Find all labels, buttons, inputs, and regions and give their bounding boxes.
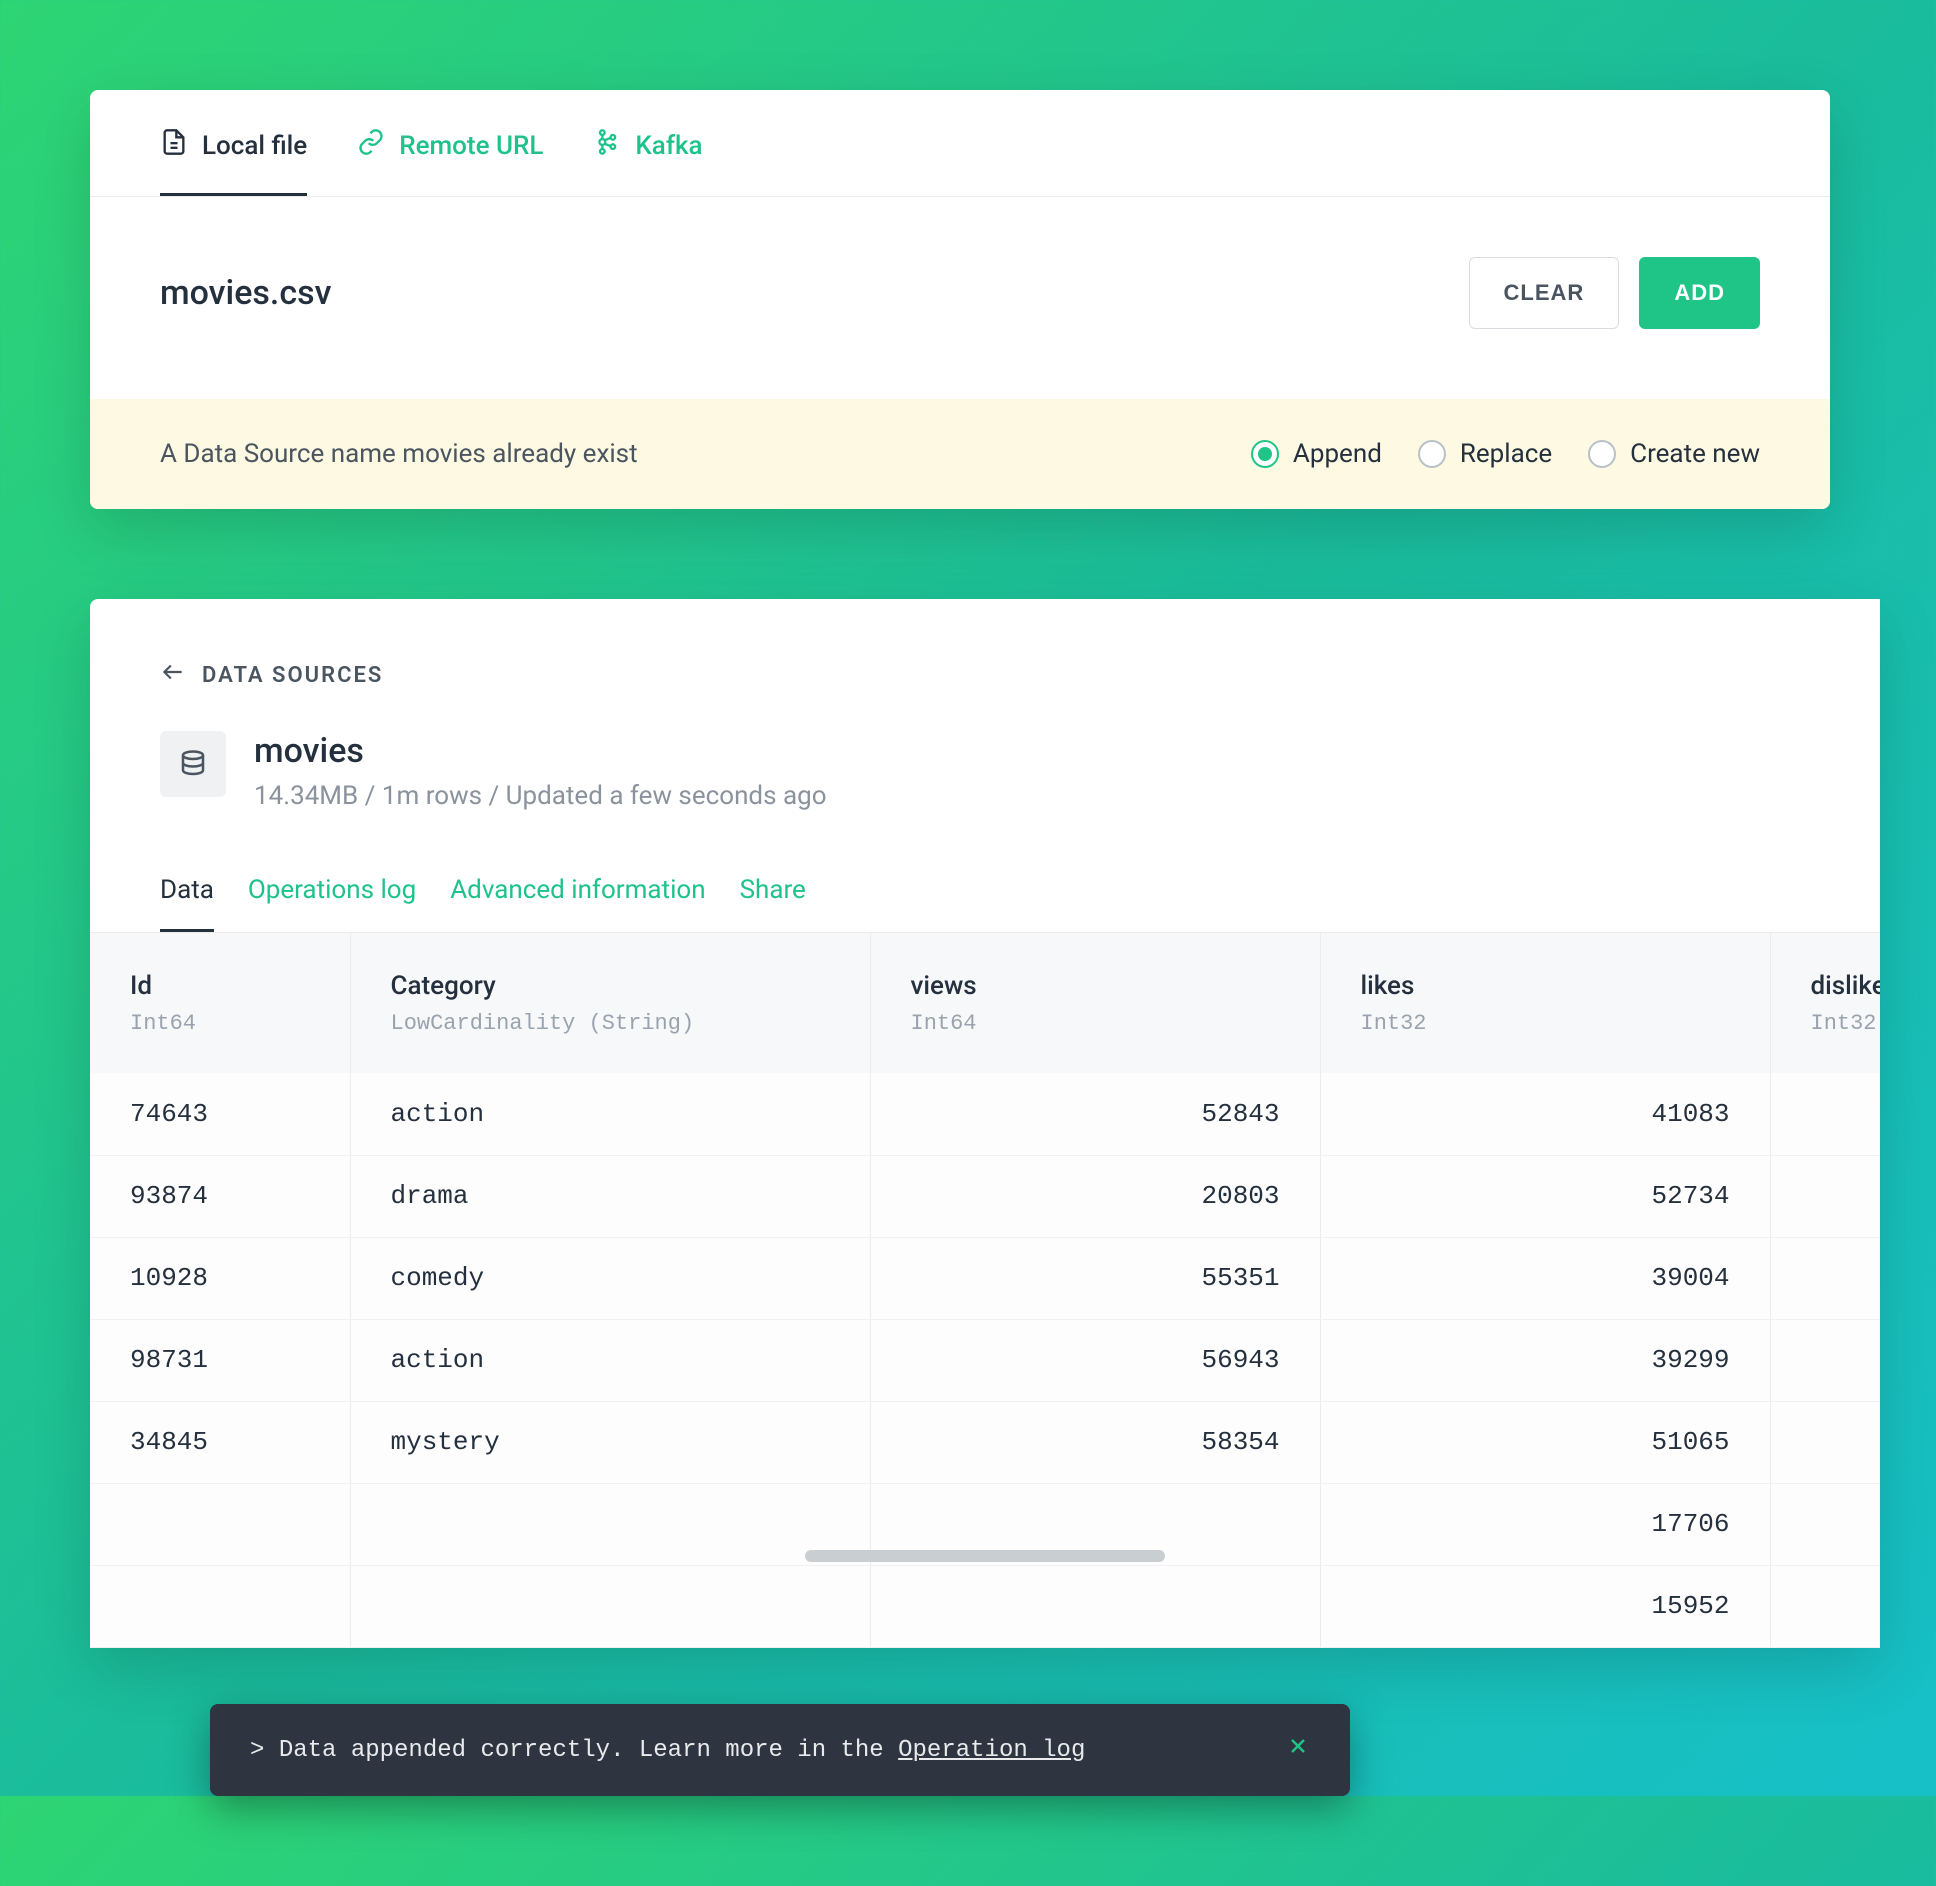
- tab-label: Kafka: [635, 131, 702, 161]
- cell-views: 56943: [870, 1319, 1320, 1401]
- cell-views: [870, 1565, 1320, 1647]
- cell-likes: 52734: [1320, 1155, 1770, 1237]
- cell-dislikes: 41: [1770, 1319, 1880, 1401]
- tab-remote-url[interactable]: Remote URL: [357, 90, 543, 196]
- radio-dot-icon: [1418, 440, 1446, 468]
- radio-label: Create new: [1630, 439, 1760, 469]
- cell-dislikes: 64: [1770, 1483, 1880, 1565]
- source-tabs: Local file Remote URL Kafka: [90, 90, 1830, 197]
- table-header-row: Id Int64 Category LowCardinality (String…: [90, 933, 1880, 1073]
- radio-label: Replace: [1460, 439, 1552, 469]
- cell-id: [90, 1483, 350, 1565]
- data-table-wrap: Id Int64 Category LowCardinality (String…: [90, 933, 1880, 1648]
- radio-append[interactable]: Append: [1251, 439, 1382, 469]
- cell-dislikes: 56: [1770, 1155, 1880, 1237]
- cell-dislikes: 43: [1770, 1073, 1880, 1155]
- table-row: 10928comedy55351390044: [90, 1237, 1880, 1319]
- radio-create-new[interactable]: Create new: [1588, 439, 1760, 469]
- table-row: 34845mystery583545106545: [90, 1401, 1880, 1483]
- cell-category: action: [350, 1073, 870, 1155]
- cell-id: [90, 1565, 350, 1647]
- column-header-dislikes[interactable]: dislikes Int32: [1770, 933, 1880, 1073]
- link-icon: [357, 128, 385, 163]
- cell-likes: 39299: [1320, 1319, 1770, 1401]
- conflict-options: Append Replace Create new: [1251, 439, 1760, 469]
- cell-views: 52843: [870, 1073, 1320, 1155]
- close-icon[interactable]: [1286, 1734, 1310, 1766]
- file-buttons: CLEAR ADD: [1469, 257, 1760, 329]
- tab-data[interactable]: Data: [160, 857, 214, 932]
- datasource-card: DATA SOURCES movies 14.34MB / 1m rows / …: [90, 599, 1880, 1648]
- cell-category: mystery: [350, 1401, 870, 1483]
- cell-id: 10928: [90, 1237, 350, 1319]
- cell-category: [350, 1483, 870, 1565]
- column-header-views[interactable]: views Int64: [870, 933, 1320, 1073]
- toast-message: > Data appended correctly. Learn more in…: [250, 1737, 1085, 1764]
- add-button[interactable]: ADD: [1639, 257, 1760, 329]
- kafka-icon: [593, 128, 621, 163]
- back-label: DATA SOURCES: [202, 663, 383, 688]
- table-row: 1595264: [90, 1565, 1880, 1647]
- table-row: 93874drama208035273456: [90, 1155, 1880, 1237]
- datasource-tabs: Data Operations log Advanced information…: [90, 857, 1880, 933]
- cell-dislikes: 64: [1770, 1565, 1880, 1647]
- table-row: 98731action569433929941: [90, 1319, 1880, 1401]
- datasource-title: movies: [254, 731, 827, 771]
- datasource-meta: 14.34MB / 1m rows / Updated a few second…: [254, 781, 827, 811]
- tab-local-file[interactable]: Local file: [160, 90, 307, 196]
- notice-text: A Data Source name movies already exist: [160, 439, 638, 469]
- file-icon: [160, 128, 188, 163]
- cell-likes: 15952: [1320, 1565, 1770, 1647]
- cell-likes: 41083: [1320, 1073, 1770, 1155]
- data-table: Id Int64 Category LowCardinality (String…: [90, 933, 1880, 1648]
- clear-button[interactable]: CLEAR: [1469, 257, 1620, 329]
- success-toast: > Data appended correctly. Learn more in…: [210, 1704, 1350, 1796]
- cell-likes: 51065: [1320, 1401, 1770, 1483]
- cell-likes: 17706: [1320, 1483, 1770, 1565]
- radio-dot-icon: [1588, 440, 1616, 468]
- cell-id: 74643: [90, 1073, 350, 1155]
- cell-category: comedy: [350, 1237, 870, 1319]
- tab-kafka[interactable]: Kafka: [593, 90, 702, 196]
- tab-operations-log[interactable]: Operations log: [248, 857, 416, 932]
- datasource-title-block: movies 14.34MB / 1m rows / Updated a few…: [254, 731, 827, 811]
- cell-category: [350, 1565, 870, 1647]
- database-icon: [160, 731, 226, 797]
- cell-category: drama: [350, 1155, 870, 1237]
- column-header-category[interactable]: Category LowCardinality (String): [350, 933, 870, 1073]
- tab-advanced-information[interactable]: Advanced information: [450, 857, 705, 932]
- tab-share[interactable]: Share: [740, 857, 806, 932]
- cell-views: 58354: [870, 1401, 1320, 1483]
- table-row: 74643action528434108343: [90, 1073, 1880, 1155]
- cell-dislikes: 45: [1770, 1401, 1880, 1483]
- tab-label: Remote URL: [399, 131, 543, 161]
- cell-views: 20803: [870, 1155, 1320, 1237]
- cell-id: 34845: [90, 1401, 350, 1483]
- radio-replace[interactable]: Replace: [1418, 439, 1552, 469]
- selected-file-name: movies.csv: [160, 273, 331, 313]
- file-row: movies.csv CLEAR ADD: [90, 197, 1830, 399]
- tab-label: Local file: [202, 131, 307, 161]
- radio-label: Append: [1293, 439, 1382, 469]
- datasource-header: movies 14.34MB / 1m rows / Updated a few…: [90, 731, 1880, 857]
- cell-dislikes: 4: [1770, 1237, 1880, 1319]
- cell-id: 93874: [90, 1155, 350, 1237]
- upload-card: Local file Remote URL Kafka movies.csv C…: [90, 90, 1830, 509]
- column-header-likes[interactable]: likes Int32: [1320, 933, 1770, 1073]
- radio-dot-icon: [1251, 440, 1279, 468]
- operation-log-link[interactable]: Operation log: [898, 1737, 1085, 1764]
- back-link[interactable]: DATA SOURCES: [90, 659, 1880, 731]
- cell-views: 55351: [870, 1237, 1320, 1319]
- existing-datasource-notice: A Data Source name movies already exist …: [90, 399, 1830, 509]
- column-header-id[interactable]: Id Int64: [90, 933, 350, 1073]
- cell-category: action: [350, 1319, 870, 1401]
- arrow-left-icon: [160, 659, 186, 691]
- cell-id: 98731: [90, 1319, 350, 1401]
- horizontal-scrollbar[interactable]: [805, 1550, 1165, 1562]
- cell-likes: 39004: [1320, 1237, 1770, 1319]
